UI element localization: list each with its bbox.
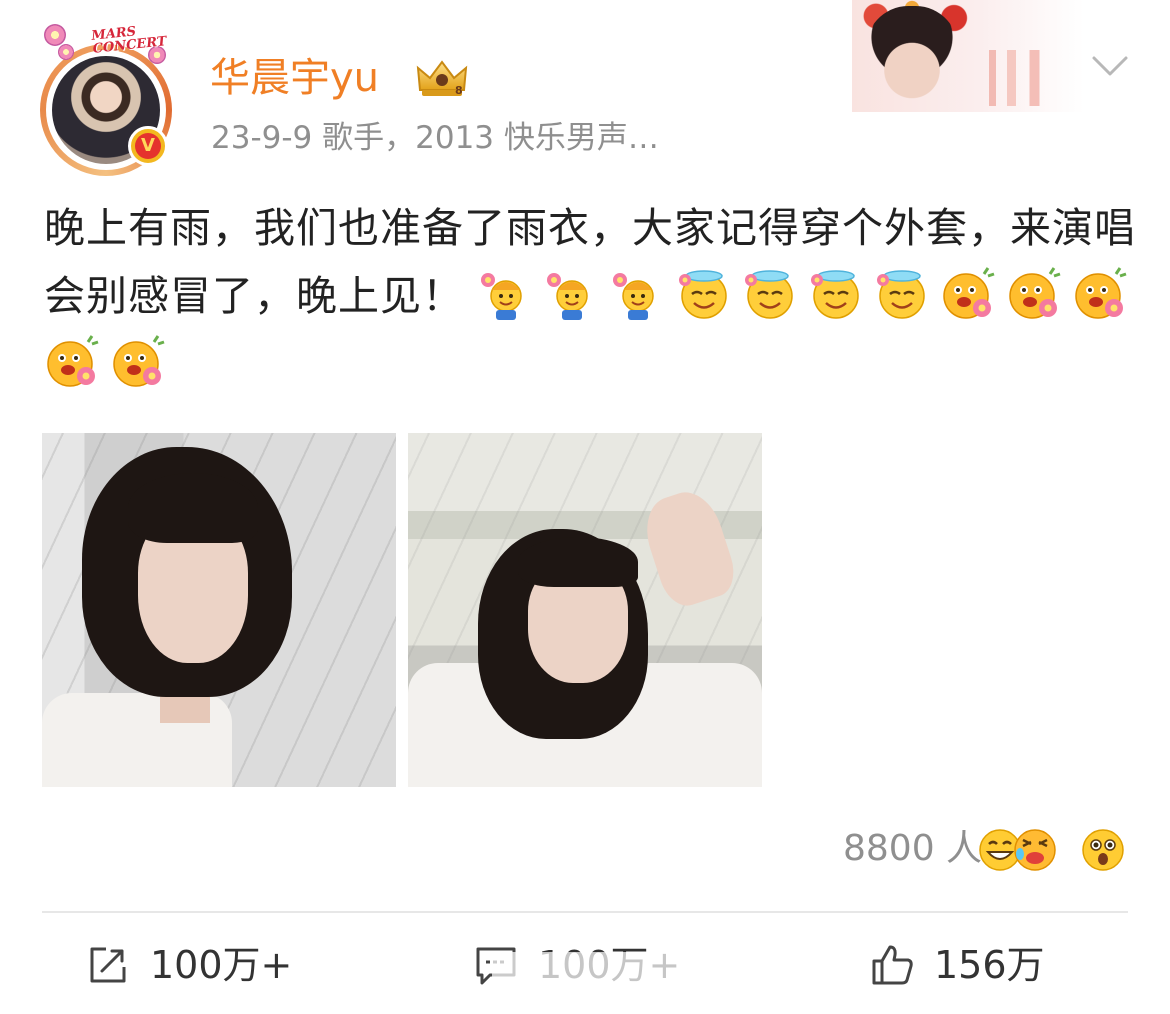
laugh-tears-emoji-icon (1014, 829, 1056, 871)
thumbs-up-icon (872, 945, 913, 985)
post-body: 晚上有雨，我们也准备了雨衣，大家记得穿个外套，来演唱会别感冒了，晚上见！ (44, 194, 1144, 398)
verified-badge-icon: V (128, 126, 168, 166)
halo-smile-emoji-icon (811, 270, 859, 319)
username[interactable]: 华晨宇yu (210, 52, 379, 104)
photo-grid (42, 433, 762, 787)
profile-banner (852, 0, 1084, 112)
flower-face-emoji-icon (943, 267, 995, 319)
halo-smile-emoji-icon (679, 270, 727, 319)
flower-boy-emoji-icon (547, 273, 588, 320)
surprised-emoji-icon (1082, 829, 1124, 871)
svg-text:8: 8 (455, 84, 463, 97)
flower-face-emoji-icon (47, 335, 99, 387)
like-count: 156万 (934, 943, 1045, 987)
flower-face-emoji-icon (1009, 267, 1061, 319)
chevron-down-icon[interactable] (1090, 52, 1130, 80)
halo-smile-emoji-icon (877, 270, 925, 319)
photo-2[interactable] (408, 433, 762, 787)
avatar[interactable]: MARS CONCERT V (36, 20, 178, 176)
post-meta: 23-9-9 歌手，2013 快乐男声… (211, 120, 659, 156)
flower-face-emoji-icon (113, 335, 165, 387)
divider (42, 911, 1128, 913)
like-button[interactable]: 156万 (870, 930, 1045, 1000)
avatar-decoration: MARS CONCERT (44, 20, 174, 70)
flower-boy-emoji-icon (613, 273, 654, 320)
post-header: MARS CONCERT V 华晨宇yu 8 23-9-9 歌手，2013 快乐… (0, 0, 1170, 176)
share-button[interactable]: 100万+ (86, 930, 292, 1000)
share-icon (90, 947, 126, 983)
halo-smile-emoji-icon (745, 270, 793, 319)
watermark-overlay (492, 952, 688, 998)
crown-badge-icon[interactable]: 8 (414, 56, 470, 100)
photo-1[interactable] (42, 433, 396, 787)
flower-boy-emoji-icon (481, 273, 522, 320)
flower-face-emoji-icon (1075, 267, 1127, 319)
reaction-count[interactable]: 8800 人 (843, 826, 982, 872)
share-count: 100万+ (150, 943, 293, 987)
